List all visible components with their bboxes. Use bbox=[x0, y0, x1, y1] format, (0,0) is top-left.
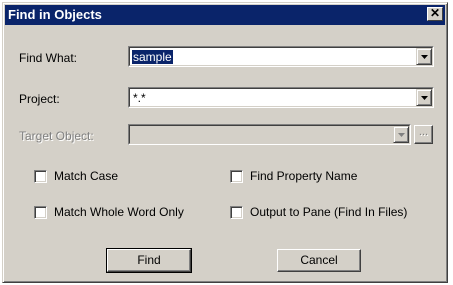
match-case-checkbox[interactable]: Match Case bbox=[34, 169, 118, 183]
project-input[interactable]: *.* bbox=[132, 91, 147, 105]
title-bar: Find in Objects ✕ bbox=[5, 5, 445, 25]
output-to-pane-checkbox[interactable]: Output to Pane (Find In Files) bbox=[230, 205, 407, 219]
checkbox-box[interactable] bbox=[34, 169, 47, 183]
find-what-label: Find What: bbox=[19, 51, 78, 65]
target-object-dropdown-button bbox=[393, 126, 409, 143]
project-label: Project: bbox=[19, 92, 60, 106]
target-object-browse-button: ... bbox=[414, 125, 433, 144]
target-object-label: Target Object: bbox=[19, 129, 94, 143]
cancel-button[interactable]: Cancel bbox=[277, 249, 361, 272]
checkbox-box[interactable] bbox=[230, 205, 243, 219]
project-combo[interactable]: *.* bbox=[128, 87, 434, 108]
chevron-down-icon bbox=[398, 133, 405, 137]
match-whole-word-checkbox[interactable]: Match Whole Word Only bbox=[34, 205, 184, 219]
chevron-down-icon bbox=[421, 96, 428, 100]
find-what-input[interactable]: sample bbox=[132, 50, 173, 64]
match-whole-word-label: Match Whole Word Only bbox=[54, 205, 184, 219]
find-button[interactable]: Find bbox=[106, 248, 192, 273]
target-object-input bbox=[132, 128, 134, 142]
dialog-title: Find in Objects bbox=[8, 7, 102, 22]
output-to-pane-label: Output to Pane (Find In Files) bbox=[250, 205, 408, 219]
target-object-combo bbox=[128, 124, 411, 145]
find-property-name-checkbox[interactable]: Find Property Name bbox=[230, 169, 357, 183]
find-what-dropdown-button[interactable] bbox=[416, 48, 432, 65]
close-button[interactable]: ✕ bbox=[427, 7, 443, 21]
checkbox-box[interactable] bbox=[34, 205, 47, 219]
checkbox-box[interactable] bbox=[230, 169, 243, 183]
match-case-label: Match Case bbox=[54, 169, 119, 183]
close-icon: ✕ bbox=[429, 6, 441, 20]
find-property-name-label: Find Property Name bbox=[250, 169, 358, 183]
find-what-combo[interactable]: sample bbox=[128, 46, 434, 67]
project-dropdown-button[interactable] bbox=[416, 89, 432, 106]
chevron-down-icon bbox=[421, 55, 428, 59]
find-in-objects-dialog: Find in Objects ✕ Find What: sample Proj… bbox=[2, 2, 448, 283]
